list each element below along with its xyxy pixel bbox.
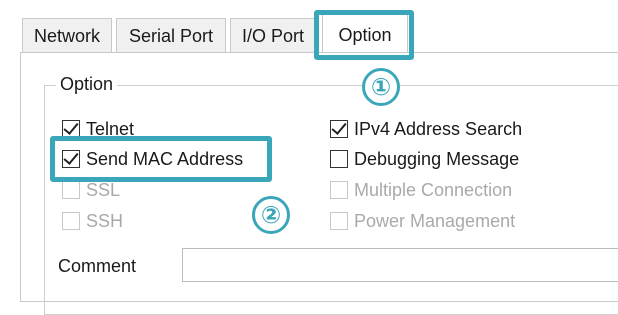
multiple-connection-label: Multiple Connection	[354, 179, 513, 200]
comment-label: Comment	[58, 256, 137, 276]
checkbox-unchecked-icon	[330, 150, 348, 168]
power-management-checkbox: Power Management	[330, 208, 515, 234]
tab-serial-port[interactable]: Serial Port	[116, 18, 226, 52]
comment-input[interactable]	[182, 248, 618, 282]
ssh-checkbox: SSH	[62, 208, 123, 234]
checkbox-disabled-icon	[62, 212, 80, 230]
power-management-label: Power Management	[354, 210, 516, 231]
multiple-connection-checkbox: Multiple Connection	[330, 177, 512, 203]
debugging-message-label: Debugging Message	[354, 148, 520, 169]
option-tab-highlight	[314, 10, 414, 60]
checkbox-disabled-icon	[330, 181, 348, 199]
step-2-badge: ②	[252, 196, 290, 234]
checkbox-checked-icon	[330, 120, 348, 138]
step-1-badge: ①	[362, 68, 400, 106]
checkbox-disabled-icon	[62, 181, 80, 199]
tab-network[interactable]: Network	[22, 18, 112, 52]
send-mac-address-highlight	[50, 136, 272, 182]
tab-io-port[interactable]: I/O Port	[230, 18, 316, 52]
ssh-label: SSH	[86, 210, 124, 231]
ipv4-address-search-label: IPv4 Address Search	[354, 118, 523, 139]
ipv4-address-search-checkbox[interactable]: IPv4 Address Search	[330, 116, 522, 142]
ssl-label: SSL	[86, 179, 121, 200]
groupbox-title: Option	[56, 72, 118, 96]
checkbox-disabled-icon	[330, 212, 348, 230]
tab-strip: Network Serial Port I/O Port Option	[0, 0, 618, 54]
debugging-message-checkbox[interactable]: Debugging Message	[330, 146, 519, 172]
